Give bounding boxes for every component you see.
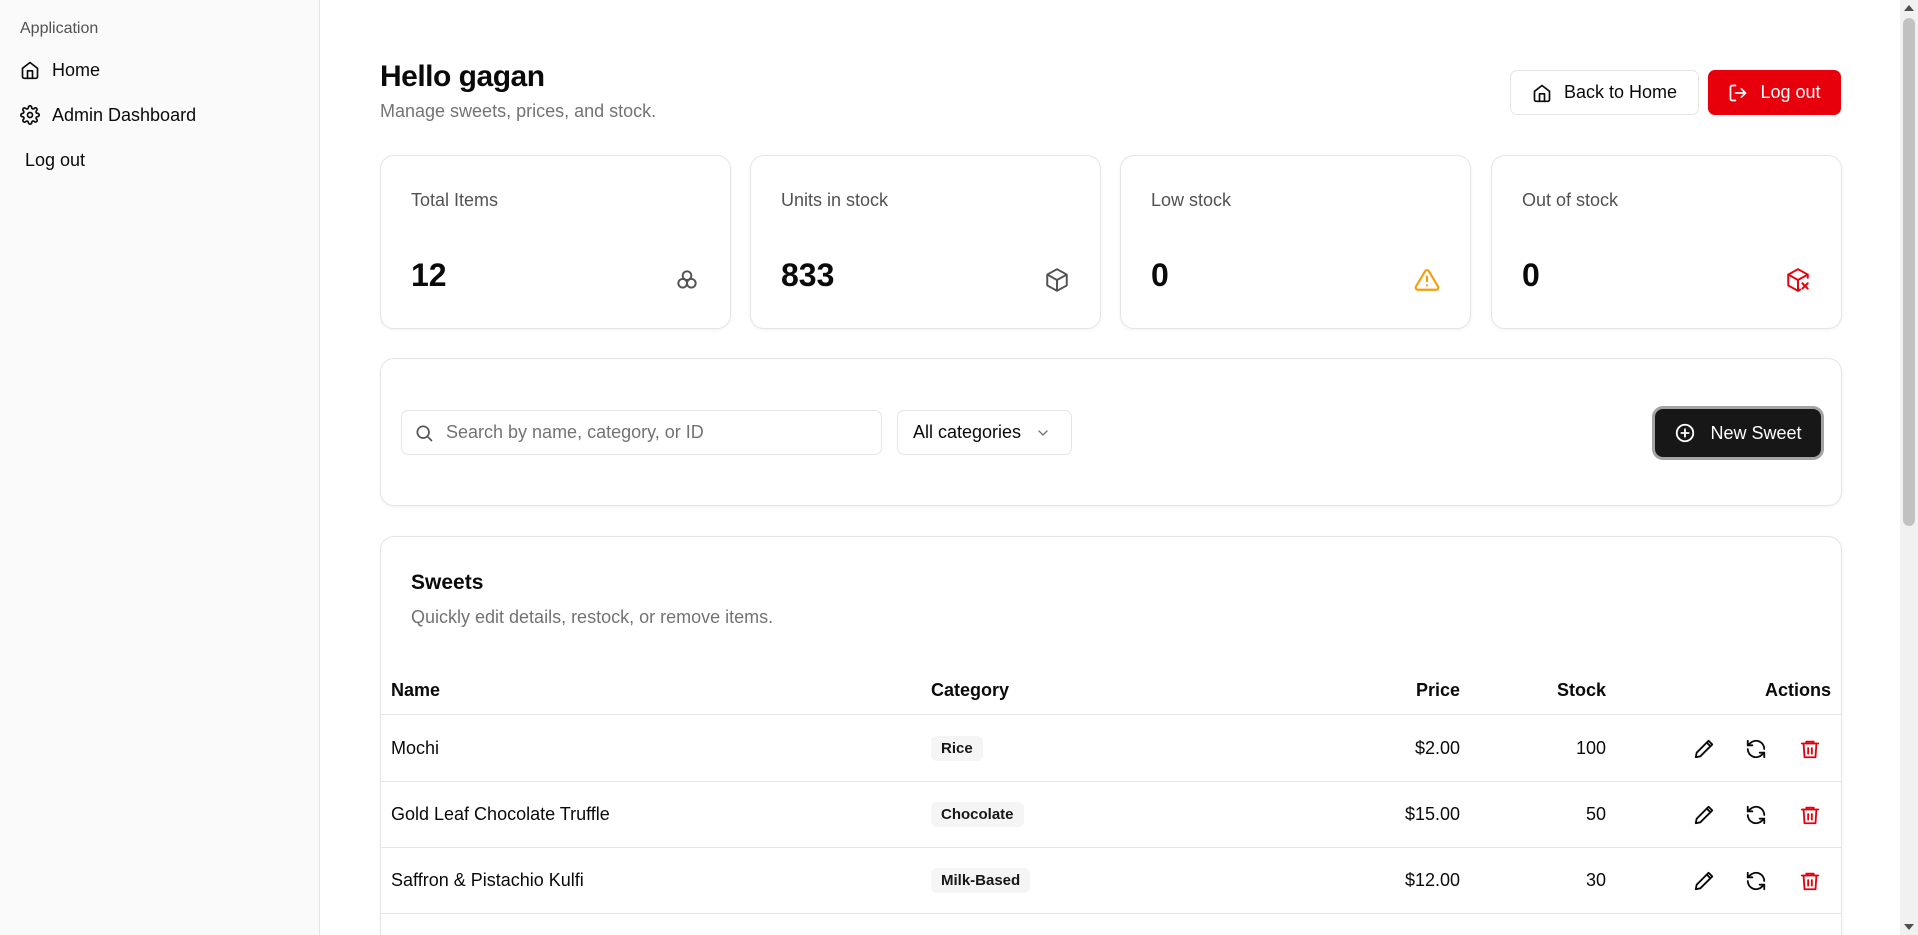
cell-name: Gold Leaf Chocolate Truffle (391, 804, 610, 824)
logout-icon (1730, 84, 1747, 101)
logout-button[interactable]: Log out (1708, 70, 1841, 115)
stat-value: 12 (411, 257, 447, 293)
edit-icon[interactable] (1693, 870, 1715, 892)
search-icon (416, 425, 433, 441)
refresh-icon[interactable] (1745, 870, 1767, 892)
search-input[interactable] (446, 422, 866, 443)
main-content: Hello gagan Manage sweets, prices, and s… (320, 0, 1918, 935)
trash-icon[interactable] (1799, 738, 1821, 760)
cell-stock: 30 (1585, 870, 1606, 890)
edit-icon[interactable] (1693, 804, 1715, 826)
stat-value: 0 (1151, 257, 1169, 293)
cell-category: Rice (931, 716, 983, 781)
category-badge: Chocolate (931, 802, 1024, 827)
sidebar-group-label: Application (20, 20, 99, 37)
cell-price: $2.00 (1414, 738, 1460, 758)
stat-card-low-stock: Low stock 0 (1120, 155, 1471, 329)
search-field[interactable] (401, 410, 882, 455)
stat-card-out-of-stock: Out of stock 0 (1491, 155, 1842, 329)
stat-label: Units in stock (781, 190, 889, 210)
page-title: Hello gagan (380, 60, 545, 93)
trash-icon[interactable] (1799, 870, 1821, 892)
back-to-home-button[interactable]: Back to Home (1510, 70, 1699, 115)
cell-name: Mochi (391, 738, 440, 758)
cell-category: Milk-Based (931, 848, 1031, 913)
edit-icon[interactable] (1693, 738, 1715, 760)
table-header: Name Category Price Stock Actions (381, 667, 1841, 715)
scrollbar-thumb[interactable] (1903, 18, 1915, 526)
table-row: Gold Leaf Chocolate Truffle Chocolate $1… (381, 782, 1841, 848)
scroll-up-arrow-icon[interactable] (1904, 5, 1914, 11)
cell-category: Chocolate (931, 782, 1024, 847)
sidebar-item-logout[interactable]: Log out (19, 142, 91, 178)
column-header-category: Category (931, 680, 1010, 700)
boxes-icon (677, 270, 697, 289)
chevron-down-icon (1038, 429, 1048, 436)
logout-label: Log out (1760, 82, 1821, 102)
package-x-icon (1787, 268, 1809, 292)
category-badge: Milk-Based (931, 868, 1031, 893)
trash-icon[interactable] (1799, 804, 1821, 826)
sidebar-item-label: Log out (25, 149, 86, 170)
page-subtitle: Manage sweets, prices, and stock. (380, 101, 657, 121)
refresh-icon[interactable] (1745, 738, 1767, 760)
stat-card-units-in-stock: Units in stock 833 (750, 155, 1101, 329)
back-to-home-label: Back to Home (1563, 82, 1678, 102)
stat-value: 833 (781, 257, 835, 293)
column-header-stock: Stock (1556, 680, 1606, 700)
table-row: Mochi Rice $2.00 100 (381, 716, 1841, 782)
sidebar-item-home[interactable]: Home (14, 52, 106, 88)
cell-price: $12.00 (1404, 870, 1460, 890)
category-select[interactable]: All categories (897, 410, 1072, 455)
stat-label: Low stock (1151, 190, 1232, 210)
package-icon (1046, 268, 1068, 292)
sidebar-item-admin-dashboard[interactable]: Admin Dashboard (14, 97, 202, 133)
new-sweet-button[interactable]: New Sweet (1655, 409, 1821, 457)
warning-triangle-icon (1414, 269, 1440, 291)
cell-stock: 100 (1575, 738, 1606, 758)
scroll-down-arrow-icon[interactable] (1904, 924, 1914, 930)
gear-icon (20, 105, 40, 125)
table-title: Sweets (411, 571, 484, 594)
column-header-price: Price (1415, 680, 1460, 700)
column-header-actions: Actions (1764, 680, 1831, 700)
filter-toolbar: All categories New Sweet (380, 358, 1842, 506)
table-description: Quickly edit details, restock, or remove… (411, 607, 774, 627)
cell-price: $15.00 (1404, 804, 1460, 824)
refresh-icon[interactable] (1745, 804, 1767, 826)
home-icon (1533, 84, 1551, 102)
stat-card-total-items: Total Items 12 (380, 155, 731, 329)
new-sweet-label: New Sweet (1710, 422, 1802, 443)
stat-value: 0 (1522, 257, 1540, 293)
category-select-value: All categories (913, 422, 1022, 442)
plus-circle-icon (1676, 423, 1695, 443)
column-header-name: Name (391, 680, 441, 700)
sidebar-item-label: Home (52, 59, 101, 80)
sidebar: Application Home Admin Dashboard Log out (0, 0, 320, 935)
cell-name: Saffron & Pistachio Kulfi (391, 870, 584, 890)
category-badge: Rice (931, 736, 983, 761)
sidebar-item-label: Admin Dashboard (52, 104, 197, 125)
table-row: Saffron & Pistachio Kulfi Milk-Based $12… (381, 848, 1841, 914)
stat-label: Out of stock (1522, 190, 1619, 210)
page-scrollbar[interactable] (1900, 0, 1918, 935)
table-row-partial (381, 914, 1841, 935)
home-icon (21, 61, 39, 80)
stat-label: Total Items (411, 190, 499, 210)
cell-stock: 50 (1585, 804, 1606, 824)
sweets-table-card: Sweets Quickly edit details, restock, or… (380, 536, 1842, 935)
